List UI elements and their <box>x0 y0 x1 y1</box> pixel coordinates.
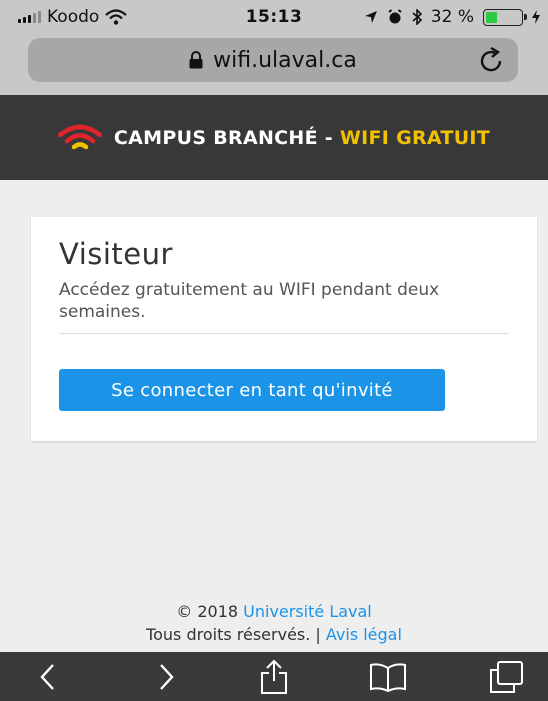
card-description: Accédez gratuitement au WIFI pendant deu… <box>59 280 440 322</box>
browser-top-chrome: Koodo 15:13 32 % wifi.ulaval.ca <box>0 0 548 95</box>
location-arrow-icon <box>364 11 377 23</box>
guest-login-button[interactable]: Se connecter en tant qu'invité <box>59 369 445 411</box>
card-title: Visiteur <box>59 237 173 271</box>
copyright-line: © 2018 Université Laval <box>0 600 548 623</box>
bluetooth-icon <box>412 9 422 25</box>
forward-icon[interactable] <box>148 659 184 695</box>
battery-percent: 32 % <box>430 7 474 27</box>
rights-text: Tous droits réservés. | <box>146 625 326 644</box>
screen: Koodo 15:13 32 % wifi.ulaval.ca CAMPUS B… <box>0 0 548 701</box>
charging-bolt-icon <box>532 10 540 24</box>
browser-toolbar <box>0 652 548 701</box>
lock-icon <box>189 51 203 69</box>
battery-icon <box>483 8 527 26</box>
back-icon[interactable] <box>30 659 66 695</box>
status-right: 32 % <box>364 7 540 27</box>
site-header: CAMPUS BRANCHÉ - WIFI GRATUIT <box>0 95 548 180</box>
site-brand: CAMPUS BRANCHÉ - WIFI GRATUIT <box>114 127 490 149</box>
copyright-text: © 2018 <box>176 602 244 621</box>
bookmarks-icon[interactable] <box>366 659 410 695</box>
address-bar[interactable]: wifi.ulaval.ca <box>28 38 518 82</box>
alarm-clock-icon <box>388 9 402 24</box>
card-divider <box>59 333 509 334</box>
legal-notice-link[interactable]: Avis légal <box>326 625 402 644</box>
share-icon[interactable] <box>254 659 294 695</box>
reload-icon[interactable] <box>478 46 504 74</box>
wifi-logo-icon <box>57 124 102 149</box>
url-text: wifi.ulaval.ca <box>213 47 357 73</box>
brand-main: CAMPUS BRANCHÉ <box>113 126 318 149</box>
rights-line: Tous droits réservés. | Avis légal <box>0 623 548 646</box>
brand-separator: - <box>317 126 340 149</box>
university-link[interactable]: Université Laval <box>243 602 372 621</box>
tabs-icon[interactable] <box>484 659 528 695</box>
visitor-card: Visiteur Accédez gratuitement au WIFI pe… <box>31 217 537 441</box>
page-footer: © 2018 Université Laval Tous droits rése… <box>0 600 548 646</box>
brand-accent: WIFI GRATUIT <box>339 126 491 149</box>
status-bar: Koodo 15:13 32 % <box>0 0 548 34</box>
